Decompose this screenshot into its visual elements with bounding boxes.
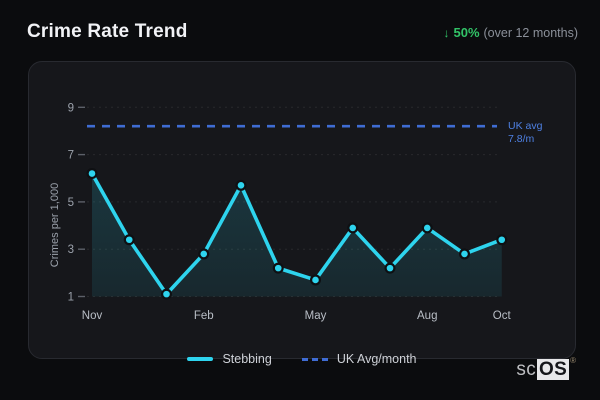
trend-caption: (over 12 months) — [483, 26, 578, 40]
trend-value: 50% — [453, 25, 480, 40]
data-point-jan[interactable] — [161, 288, 173, 300]
data-point-sep[interactable] — [459, 248, 471, 260]
trend-down-arrow-icon: ↓ — [443, 26, 450, 40]
crime-trend-chart: 9 7 5 3 1 UK avg 7.8/m Nov Feb May Aug Oct Crimes pe… — [49, 102, 543, 322]
data-point-dec[interactable] — [123, 234, 135, 246]
legend-item-stebbing[interactable]: Stebbing — [187, 352, 272, 366]
y-axis-title: Crimes per 1,000 — [49, 183, 61, 267]
uk-avg-label: UK avg 7.8/m — [508, 120, 543, 145]
y-tick-label: 9 — [68, 102, 74, 114]
page-title: Crime Rate Trend — [27, 21, 188, 42]
x-tick-label-nov: Nov — [82, 310, 103, 322]
scos-logo: sc OS ® — [516, 356, 576, 381]
registered-mark-icon: ® — [570, 356, 576, 365]
data-point-jun[interactable] — [347, 222, 359, 234]
chart-legend: Stebbing UK Avg/month — [28, 352, 576, 366]
data-point-mar[interactable] — [235, 179, 247, 191]
solid-line-swatch-icon — [187, 357, 214, 361]
legend-label-stebbing: Stebbing — [222, 352, 272, 366]
y-tick-label: 7 — [68, 150, 74, 162]
x-tick-label-feb: Feb — [194, 310, 214, 322]
x-tick-label-aug: Aug — [417, 310, 437, 322]
header: Crime Rate Trend ↓ 50% (over 12 months) — [0, 0, 600, 56]
logo-prefix: sc — [516, 359, 537, 380]
legend-label-uk-avg: UK Avg/month — [336, 352, 417, 366]
chart-card: 9 7 5 3 1 UK avg 7.8/m Nov Feb May Aug Oct Crimes pe… — [28, 61, 576, 359]
logo-suffix: OS — [537, 359, 570, 380]
y-tick-label: 1 — [68, 292, 74, 304]
data-point-apr[interactable] — [272, 262, 284, 274]
data-point-feb[interactable] — [198, 248, 210, 260]
data-point-jul[interactable] — [384, 262, 396, 274]
x-tick-label-oct: Oct — [493, 310, 512, 322]
y-tick-label: 3 — [68, 244, 74, 256]
y-tick-label: 5 — [68, 197, 74, 209]
data-point-nov[interactable] — [86, 168, 98, 180]
trend-stat: ↓ 50% (over 12 months) — [443, 25, 578, 40]
legend-item-uk-avg[interactable]: UK Avg/month — [301, 352, 417, 366]
dashed-line-swatch-icon — [301, 357, 328, 361]
data-point-may[interactable] — [310, 274, 322, 286]
data-point-oct[interactable] — [496, 234, 508, 246]
crime-dashboard: Crime Rate Trend ↓ 50% (over 12 months) … — [0, 0, 600, 400]
data-point-aug[interactable] — [421, 222, 433, 234]
x-tick-label-may: May — [305, 310, 327, 322]
